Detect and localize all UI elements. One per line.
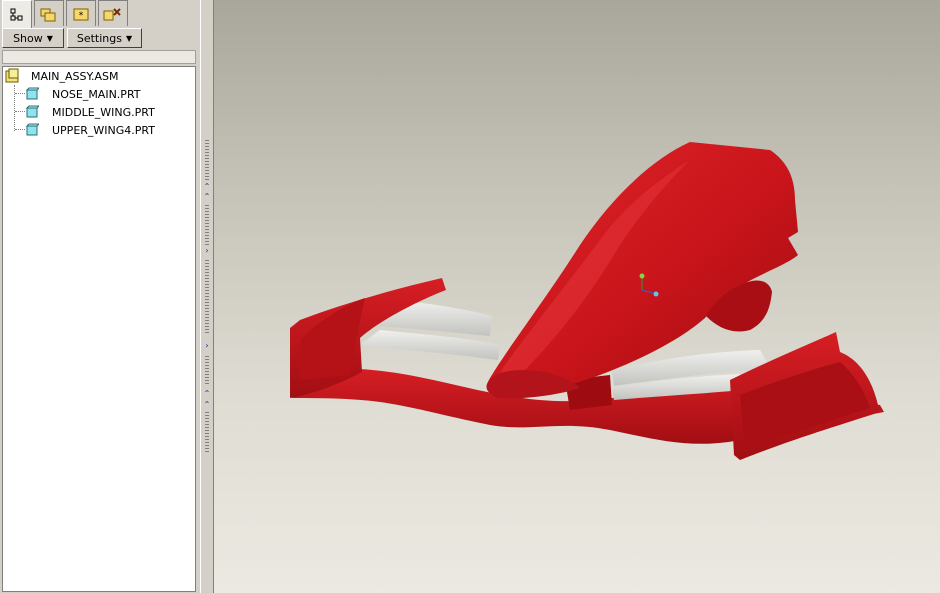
show-button-label: Show: [13, 31, 43, 45]
tree-item-label: MAIN_ASSY.ASM: [31, 69, 119, 83]
show-button[interactable]: Show ▼: [2, 28, 64, 48]
assembly-icon: [5, 68, 19, 83]
svg-text:*: *: [79, 11, 84, 21]
splitter-grip: [205, 205, 209, 245]
tab-connections[interactable]: [98, 0, 128, 26]
splitter-grip: [205, 356, 209, 386]
navigator-tabs: *: [0, 0, 200, 28]
tree-connector: [15, 93, 25, 94]
tree-connector: [15, 111, 25, 112]
navigator-panel: * Show ▼ Settings ▼ MAIN_ASSY.ASM NOSE_M…: [0, 0, 201, 593]
part-icon: [25, 123, 39, 136]
panel-splitter[interactable]: ⌃ ⌃ › › ⌃ ⌃: [200, 0, 214, 593]
tree-header: [2, 50, 196, 64]
chevron-up-icon[interactable]: ⌃: [203, 401, 211, 409]
navigator-toolbar: Show ▼ Settings ▼: [0, 28, 200, 48]
chevron-down-icon: ▼: [46, 33, 53, 43]
chevron-up-icon[interactable]: ⌃: [203, 193, 211, 201]
tree-connector: [15, 129, 25, 130]
collapse-arrow-icon[interactable]: ›: [203, 342, 211, 350]
tab-folder-browser[interactable]: [34, 0, 64, 26]
part-icon: [25, 87, 39, 100]
settings-button-label: Settings: [76, 31, 122, 45]
connections-icon: [103, 7, 121, 20]
tree-item-upper-wing4[interactable]: UPPER_WING4.PRT: [25, 121, 155, 139]
chevron-down-icon: ▼: [125, 33, 133, 43]
tree-connector: [14, 85, 15, 131]
tree-item-nose-main[interactable]: NOSE_MAIN.PRT: [25, 85, 141, 103]
tree-item-middle-wing[interactable]: MIDDLE_WING.PRT: [25, 103, 155, 121]
tree-item-root[interactable]: MAIN_ASSY.ASM: [5, 67, 118, 85]
splitter-grip: [205, 140, 209, 180]
part-icon: [25, 105, 39, 118]
graphics-window[interactable]: [214, 0, 940, 593]
model-tree: MAIN_ASSY.ASM NOSE_MAIN.PRT MIDDLE_WING.…: [2, 66, 196, 592]
splitter-grip: [205, 260, 209, 335]
folder-browser-icon: [40, 8, 56, 21]
chevron-up-icon[interactable]: ⌃: [203, 390, 211, 398]
splitter-grip: [205, 412, 209, 452]
chevron-up-icon[interactable]: ⌃: [203, 183, 211, 191]
tab-favorites[interactable]: *: [66, 0, 96, 26]
settings-button[interactable]: Settings ▼: [67, 28, 142, 48]
model-render: [290, 142, 884, 460]
favorites-icon: *: [73, 8, 89, 21]
tree-item-label: NOSE_MAIN.PRT: [52, 87, 141, 101]
model-tree-icon: [10, 8, 23, 20]
tree-item-label: MIDDLE_WING.PRT: [52, 105, 155, 119]
tab-model-tree[interactable]: [2, 0, 32, 28]
collapse-arrow-icon[interactable]: ›: [203, 247, 211, 255]
tree-item-label: UPPER_WING4.PRT: [52, 123, 155, 137]
